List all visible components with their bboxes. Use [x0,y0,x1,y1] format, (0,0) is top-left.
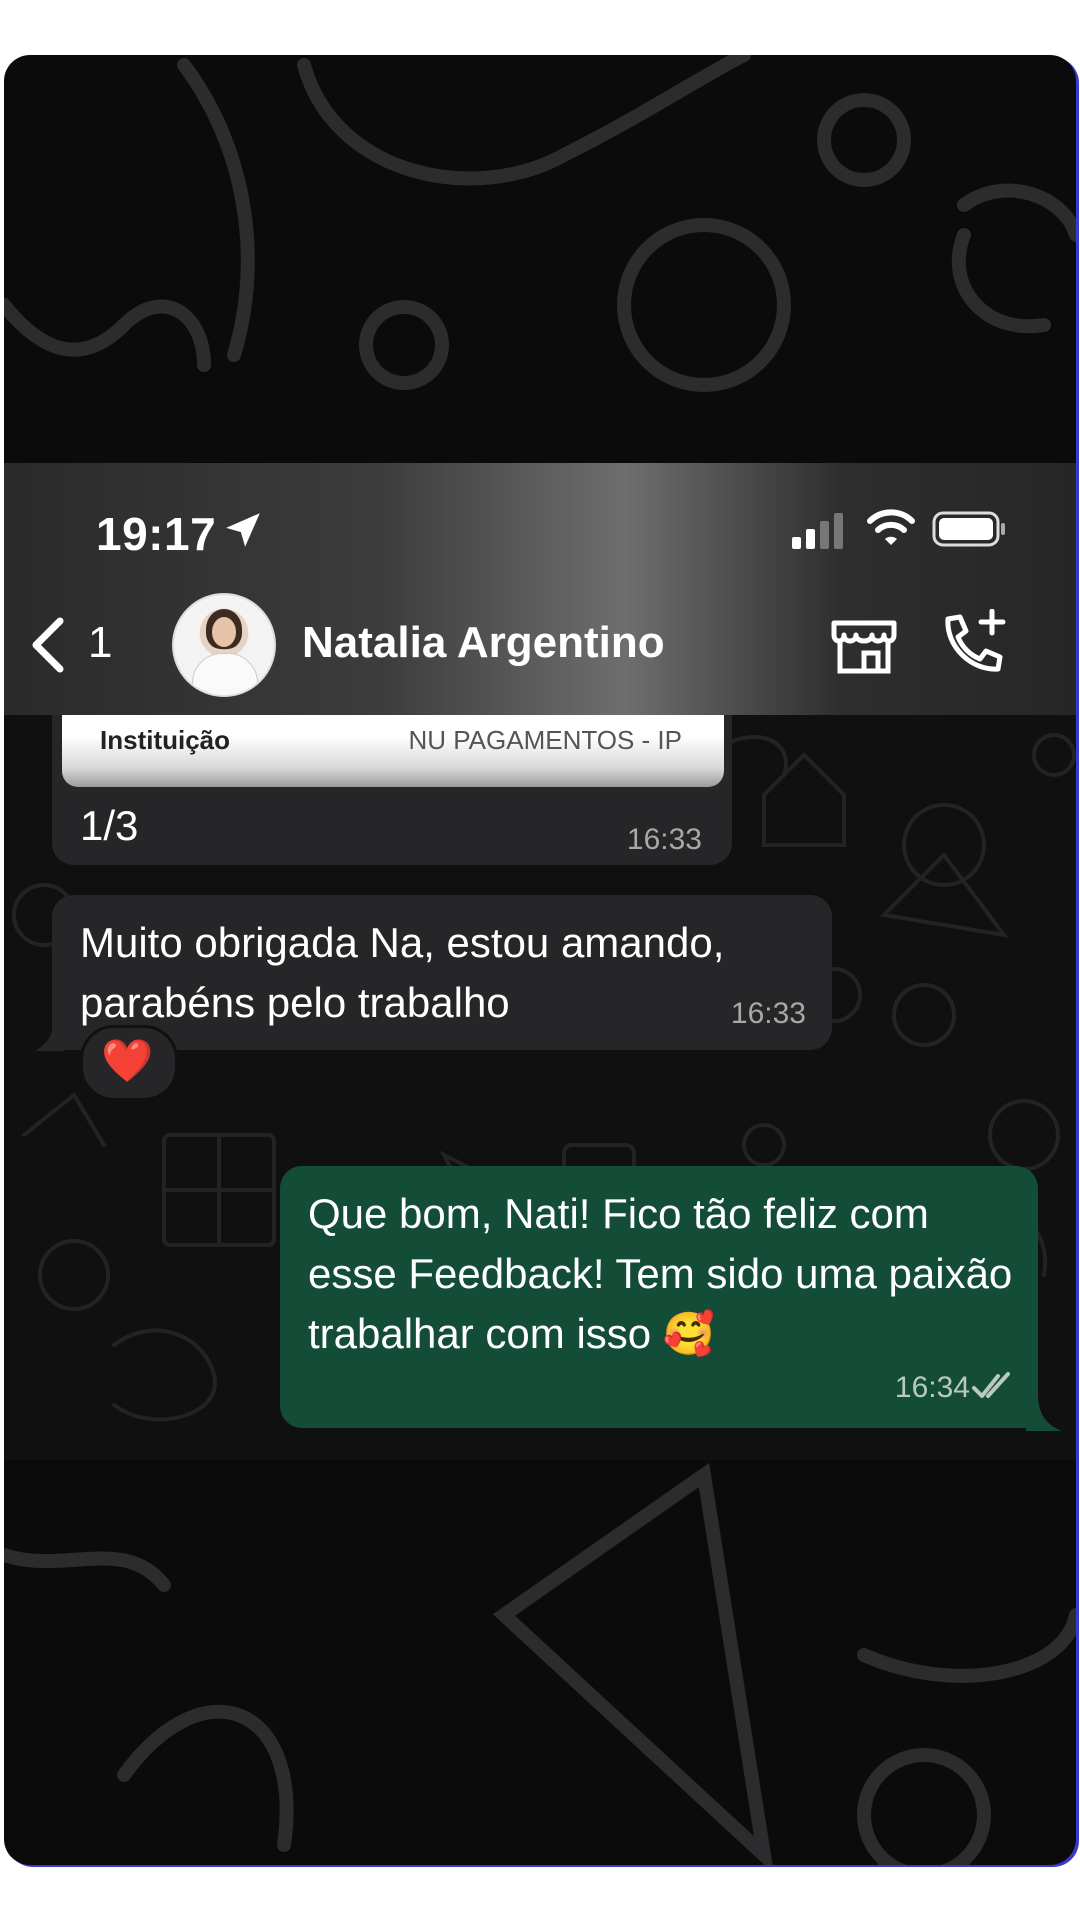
battery-icon [932,511,1005,547]
message-time: 16:34 [894,1371,970,1404]
screenshot-frame: 19:17 1 Natalia Argentino Instituição NU… [4,55,1076,1865]
read-ticks-icon [972,1372,1010,1398]
message-text: 1/3 [80,802,139,849]
avatar-face [212,617,236,647]
wifi-icon [867,509,915,545]
status-time: 19:17 [96,508,217,560]
message-text: Muito obrigada Na, estou amando, parabén… [80,919,725,1026]
message-text: Que bom, Nati! Fico tão feliz com esse F… [308,1190,1013,1357]
avatar[interactable] [172,593,276,697]
message-bubble-outgoing[interactable]: Que bom, Nati! Fico tão feliz com esse F… [280,1166,1038,1428]
store-icon[interactable] [830,613,898,675]
receipt-value: NU PAGAMENTOS - IP [408,725,682,755]
contact-name[interactable]: Natalia Argentino [302,618,665,668]
receipt-label: Instituição [100,725,231,755]
back-chevron-icon[interactable] [28,615,68,675]
unread-count[interactable]: 1 [88,618,112,668]
message-time: 16:33 [730,997,806,1030]
signal-icon [792,513,843,549]
avatar-coat [192,653,258,695]
message-bubble-incoming[interactable]: Instituição NU PAGAMENTOS - IP 1/3 16:33 [52,715,732,865]
chat-header: 19:17 1 Natalia Argentino [4,463,1076,716]
location-arrow-icon [226,513,260,547]
payment-receipt-image[interactable]: Instituição NU PAGAMENTOS - IP [62,715,724,787]
call-add-icon[interactable] [938,609,1008,675]
chat-area[interactable]: Instituição NU PAGAMENTOS - IP 1/3 16:33… [4,715,1076,1460]
phone-screen: 19:17 1 Natalia Argentino Instituição NU… [4,463,1076,1460]
message-time: 16:33 [626,823,702,856]
reaction-badge[interactable]: ❤️ [80,1025,178,1101]
message-bubble-incoming[interactable]: Muito obrigada Na, estou amando, parabén… [52,895,832,1050]
heart-reaction-icon: ❤️ [101,1037,154,1084]
